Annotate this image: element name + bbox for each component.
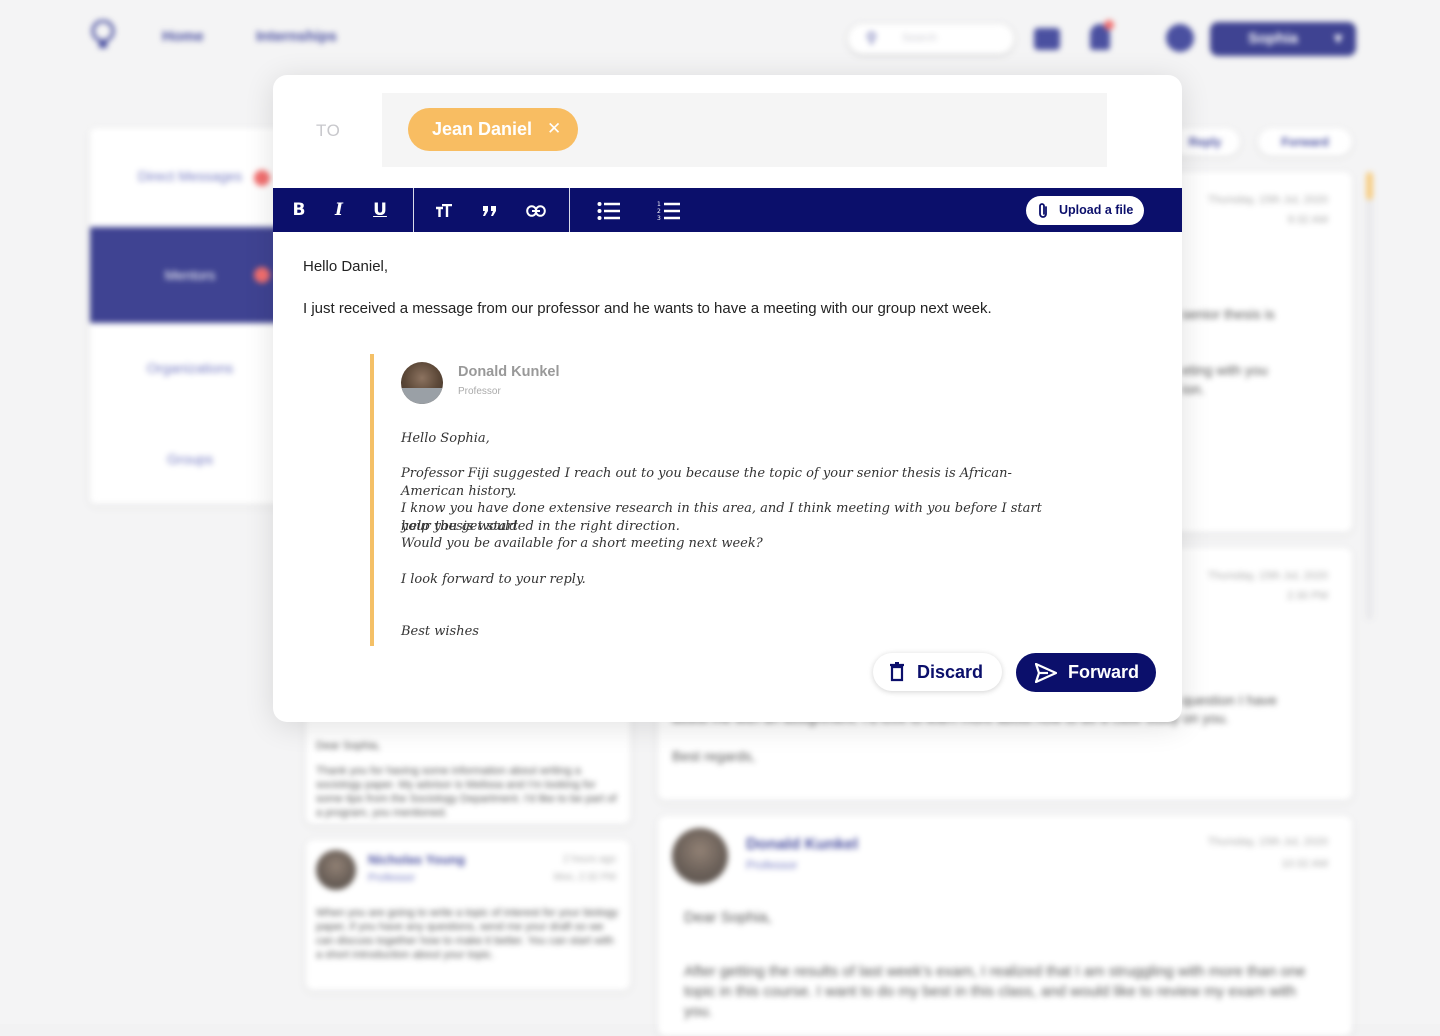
bullet-list-icon[interactable] [591, 188, 627, 232]
toolbar-divider [569, 188, 570, 232]
toolbar-divider [413, 188, 414, 232]
quoted-sender-role: Professor [458, 386, 501, 397]
forward-label: Forward [1068, 662, 1140, 682]
paperclip-icon [1039, 203, 1047, 218]
recipient-chip: Jean Daniel ✕ [408, 108, 578, 151]
quoted-message: Donald Kunkel Professor Hello Sophia, Pr… [370, 354, 1054, 646]
recipient-name: Jean Daniel [432, 119, 533, 139]
quoted-line: help you get started in the right direct… [401, 519, 680, 534]
formatting-toolbar: B I U 123 Upload a file [273, 188, 1182, 232]
quoted-line: Professor Fiji suggested I reach out to … [401, 466, 1012, 499]
body-paragraph: I just received a message from our profe… [303, 300, 992, 317]
upload-file-label: Upload a file [1059, 203, 1134, 217]
quoted-line: Hello Sophia, [401, 431, 490, 446]
discard-button[interactable]: Discard [873, 653, 1002, 691]
upload-file-button[interactable]: Upload a file [1026, 196, 1144, 225]
send-icon [1035, 663, 1057, 683]
forward-button[interactable]: Forward [1016, 653, 1156, 692]
bold-icon[interactable]: B [281, 188, 317, 232]
sender-avatar [401, 362, 443, 404]
quoted-sign-off: Best wishes [401, 624, 479, 639]
blockquote-icon[interactable] [472, 188, 508, 232]
svg-text:2: 2 [657, 208, 661, 215]
quoted-line: Would you be available for a short meeti… [401, 536, 763, 551]
quoted-line: I look forward to your reply. [401, 572, 586, 587]
recipient-field[interactable]: Jean Daniel ✕ [382, 93, 1107, 167]
svg-text:3: 3 [657, 215, 661, 222]
numbered-list-icon[interactable]: 123 [651, 188, 687, 232]
forward-message-dialog: TO Jean Daniel ✕ B I U 123 Upload a file [273, 75, 1182, 722]
quoted-sender-name: Donald Kunkel [458, 364, 560, 380]
underline-icon[interactable]: U [362, 188, 398, 232]
to-label: TO [316, 121, 341, 140]
italic-icon[interactable]: I [321, 188, 357, 232]
text-size-icon[interactable] [426, 188, 462, 232]
remove-recipient-icon[interactable]: ✕ [547, 119, 561, 139]
svg-text:1: 1 [657, 201, 661, 208]
trash-icon [890, 662, 904, 682]
link-icon[interactable] [518, 188, 554, 232]
discard-label: Discard [917, 662, 984, 682]
body-greeting: Hello Daniel, [303, 258, 389, 275]
